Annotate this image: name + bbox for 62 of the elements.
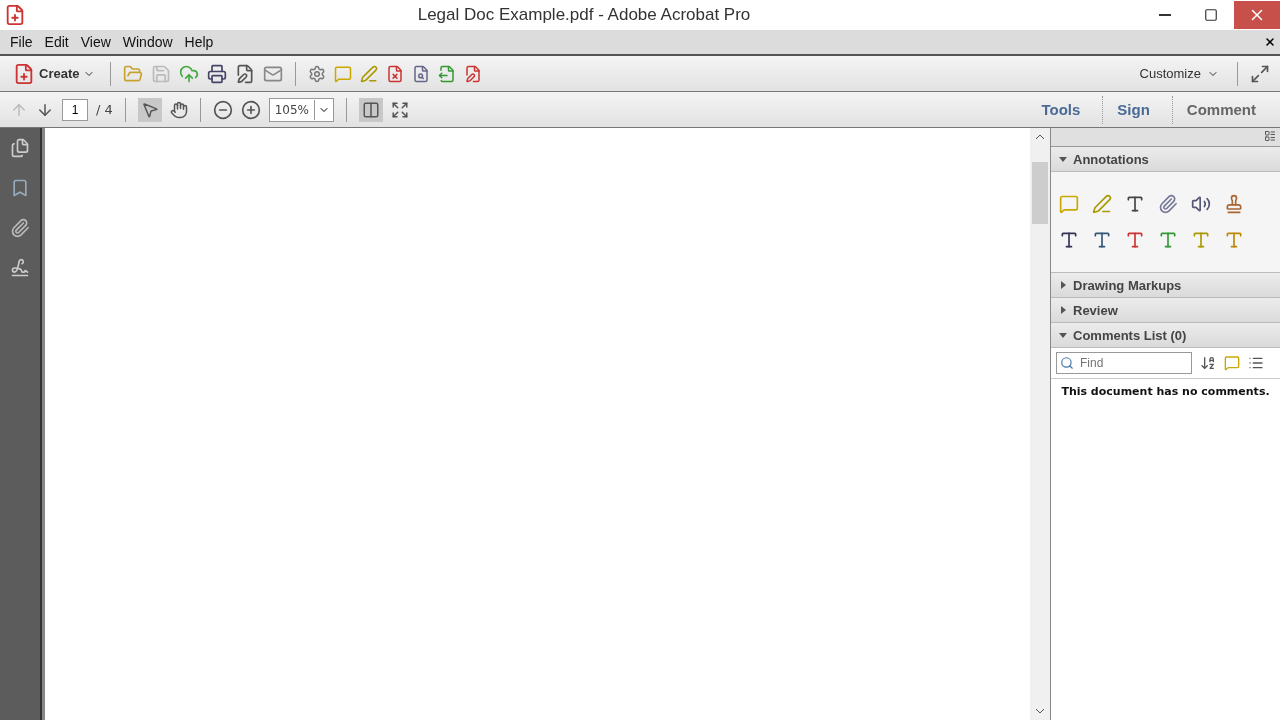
panel-section-header[interactable]: Comments List (0) (1051, 323, 1280, 348)
scroll-thumb[interactable] (1032, 162, 1048, 224)
pane-tab[interactable]: Tools (1027, 95, 1095, 124)
text-icon[interactable] (1125, 194, 1145, 214)
sort-icon[interactable] (1200, 355, 1216, 371)
pages-icon[interactable] (10, 138, 30, 158)
signature-icon[interactable] (10, 258, 30, 278)
close-icon[interactable] (1264, 36, 1276, 48)
document-export-icon[interactable] (438, 64, 457, 83)
panel-options-icon[interactable] (1264, 130, 1276, 142)
settings-icon[interactable] (308, 64, 327, 83)
menu-item[interactable]: Window (116, 34, 179, 50)
fit-page-icon[interactable] (390, 100, 409, 119)
paperclip-icon[interactable] (10, 218, 30, 238)
expand-arrow-icon (1059, 281, 1067, 289)
pane-tab[interactable]: Comment (1171, 95, 1270, 124)
expand-arrow-icon (1059, 306, 1067, 314)
menu-item[interactable]: Help (178, 34, 220, 50)
panel-section-header[interactable]: Review (1051, 298, 1280, 323)
menu-item[interactable]: View (74, 34, 117, 50)
window-title: Legal Doc Example.pdf - Adobe Acrobat Pro (416, 5, 752, 25)
collapse-arrow-icon (1059, 331, 1067, 339)
stamp-icon[interactable] (1224, 194, 1244, 214)
create-button[interactable]: Create (10, 59, 99, 88)
bookmark-icon[interactable] (10, 178, 30, 198)
attachment-icon[interactable] (1158, 194, 1178, 214)
empty-message: This document has no comments. (1060, 385, 1271, 398)
hand-icon[interactable] (169, 100, 188, 119)
highlight-pen-icon[interactable] (1092, 194, 1112, 214)
collapse-arrow-icon (1059, 155, 1067, 163)
print-icon[interactable] (207, 63, 228, 84)
edit-document-icon[interactable] (235, 63, 256, 84)
list-options-icon[interactable] (1248, 355, 1264, 371)
page-count: / 4 (96, 102, 113, 117)
document-delete-icon[interactable] (386, 64, 405, 83)
search-icon (1060, 356, 1074, 370)
scroll-up-icon[interactable] (1035, 132, 1045, 142)
zoom-field[interactable]: 105% (268, 97, 334, 122)
menu-item[interactable]: File (4, 34, 39, 50)
panel-section-header[interactable]: Drawing Markups (1051, 273, 1280, 298)
highlight-pen-icon[interactable] (360, 64, 379, 83)
app-logo-icon (4, 4, 26, 26)
select-tool-button[interactable] (137, 97, 162, 122)
menu-item[interactable]: Edit (38, 34, 75, 50)
document-plus-icon (13, 62, 35, 85)
speaker-icon[interactable] (1191, 194, 1211, 214)
zoom-in-icon[interactable] (240, 99, 261, 120)
document-search-icon[interactable] (412, 64, 431, 83)
panel-section-header[interactable]: Annotations (1051, 147, 1280, 172)
cloud-upload-icon[interactable] (179, 63, 200, 84)
maximize-icon (1204, 8, 1218, 22)
pane-tab[interactable]: Sign (1102, 95, 1164, 124)
document-edit-icon[interactable] (464, 64, 483, 83)
page-number-field[interactable]: 1 (62, 98, 88, 121)
search-field[interactable]: Find (1056, 352, 1192, 374)
customize-button[interactable]: Customize (1133, 65, 1225, 82)
close-button[interactable] (1234, 1, 1280, 29)
minimize-icon (1159, 14, 1171, 16)
expand-icon[interactable] (1250, 63, 1270, 84)
fit-width-button[interactable] (358, 97, 383, 122)
zoom-out-icon[interactable] (212, 99, 233, 120)
scroll-down-icon[interactable] (1035, 706, 1045, 716)
